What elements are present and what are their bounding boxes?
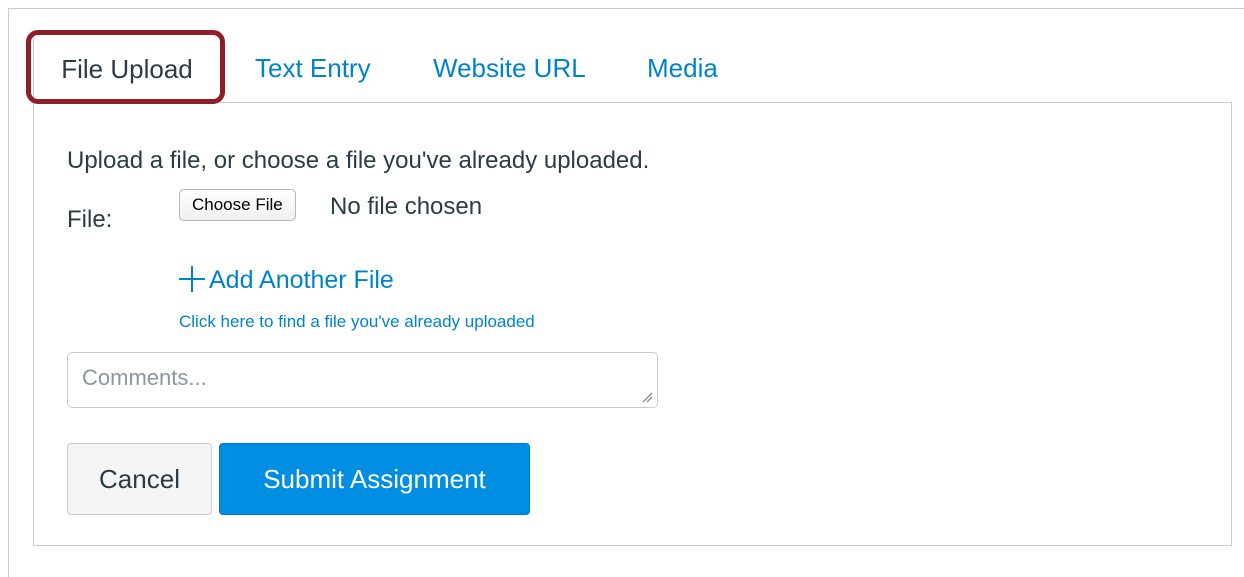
tab-website-url[interactable]: Website URL — [433, 31, 586, 103]
tab-text-entry[interactable]: Text Entry — [255, 31, 371, 103]
no-file-chosen-text: No file chosen — [330, 193, 483, 220]
file-label: File: — [67, 206, 113, 233]
tab-file-upload[interactable]: File Upload — [33, 31, 221, 103]
submission-type-tabs: File Upload Text Entry Website URL Media — [33, 31, 833, 103]
cancel-button[interactable]: Cancel — [67, 443, 212, 515]
comments-textarea[interactable] — [67, 352, 658, 408]
file-upload-panel: Upload a file, or choose a file you've a… — [33, 102, 1232, 546]
add-another-file-label: Add Another File — [209, 266, 394, 294]
tab-media[interactable]: Media — [647, 31, 718, 103]
choose-file-button[interactable]: Choose File — [179, 189, 296, 221]
submit-assignment-button[interactable]: Submit Assignment — [219, 443, 530, 515]
upload-instruction: Upload a file, or choose a file you've a… — [67, 147, 650, 174]
plus-icon — [179, 266, 205, 292]
find-uploaded-file-link[interactable]: Click here to find a file you've already… — [179, 312, 535, 332]
add-another-file-link[interactable]: Add Another File — [179, 266, 394, 295]
